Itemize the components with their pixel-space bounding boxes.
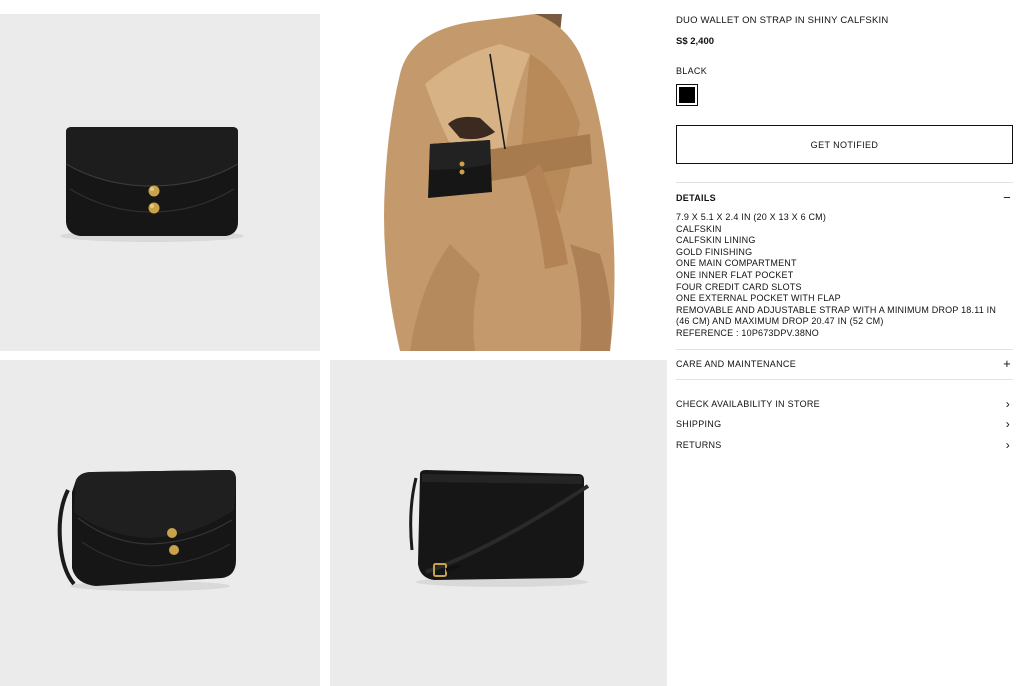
bag-front-illustration — [60, 127, 244, 242]
model-coat-illustration — [384, 14, 615, 351]
swatch-fill — [679, 87, 695, 103]
detail-item: CALFSKIN LINING — [676, 235, 756, 246]
bag-angle-illustration — [57, 470, 236, 591]
product-image-back[interactable] — [330, 360, 667, 686]
bag-back-illustration — [409, 470, 590, 587]
detail-item: FOUR CREDIT CARD SLOTS — [676, 281, 802, 292]
details-label: DETAILS — [676, 193, 716, 203]
color-swatch-black[interactable] — [676, 84, 698, 106]
product-price: S$ 2,400 — [676, 36, 715, 47]
returns-link[interactable]: RETURNS › — [676, 438, 1013, 454]
product-image-front[interactable] — [0, 14, 320, 351]
care-label: CARE AND MAINTENANCE — [676, 359, 797, 369]
selected-color-label: BLACK — [676, 66, 708, 76]
detail-item: ONE EXTERNAL POCKET WITH FLAP — [676, 293, 841, 304]
details-list: 7.9 X 5.1 X 2.4 IN (20 X 13 X 6 CM) CALF… — [676, 212, 1006, 340]
get-notified-button[interactable]: GET NOTIFIED — [676, 125, 1013, 164]
detail-item: REFERENCE : 10P673DPV.38NO — [676, 327, 819, 338]
returns-label: RETURNS — [676, 440, 722, 450]
detail-item: GOLD FINISHING — [676, 246, 753, 257]
details-accordion-header[interactable]: DETAILS − — [676, 190, 1013, 207]
product-title: DUO WALLET ON STRAP IN SHINY CALFSKIN — [676, 15, 889, 26]
divider — [676, 182, 1013, 183]
availability-label: CHECK AVAILABILITY IN STORE — [676, 399, 820, 409]
detail-item: CALFSKIN — [676, 223, 722, 234]
detail-item: 7.9 X 5.1 X 2.4 IN (20 X 13 X 6 CM) — [676, 212, 827, 222]
chevron-right-icon: › — [1005, 438, 1010, 452]
check-availability-link[interactable]: CHECK AVAILABILITY IN STORE › — [676, 397, 1013, 413]
collapse-icon[interactable]: − — [1003, 190, 1011, 205]
shipping-link[interactable]: SHIPPING › — [676, 417, 1013, 433]
product-image-angle[interactable] — [0, 360, 320, 686]
detail-item: REMOVABLE AND ADJUSTABLE STRAP WITH A MI… — [676, 304, 997, 327]
chevron-right-icon: › — [1005, 417, 1010, 431]
expand-icon[interactable]: + — [1003, 356, 1011, 371]
divider — [676, 379, 1013, 380]
detail-item: ONE INNER FLAT POCKET — [676, 269, 794, 280]
care-accordion-header[interactable]: CARE AND MAINTENANCE + — [676, 356, 1013, 373]
detail-item: ONE MAIN COMPARTMENT — [676, 258, 797, 269]
shipping-label: SHIPPING — [676, 419, 722, 429]
product-image-worn[interactable] — [330, 14, 667, 351]
divider — [676, 349, 1013, 350]
chevron-right-icon: › — [1005, 397, 1010, 411]
